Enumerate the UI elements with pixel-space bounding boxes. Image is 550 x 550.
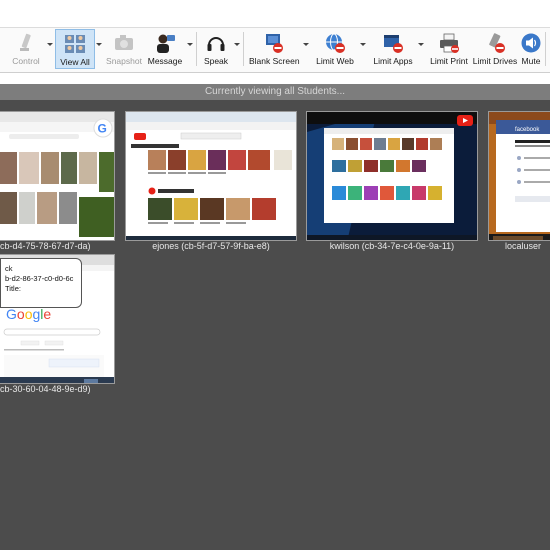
student-thumbnail[interactable]: facebook: [488, 111, 550, 241]
google-images-screenshot: G: [0, 112, 114, 240]
toolbar-separator: [196, 32, 197, 66]
blank-screen-button[interactable]: Blank Screen: [249, 29, 300, 69]
speak-label: Speak: [203, 56, 229, 66]
student-thumbnail[interactable]: G: [0, 111, 115, 241]
mute-label: Mute: [521, 56, 541, 66]
limit-apps-dropdown-icon[interactable]: [418, 43, 424, 46]
limit-drives-label: Limit Drives: [472, 56, 518, 66]
svg-text:G: G: [98, 122, 107, 136]
blank-screen-icon: [266, 34, 283, 53]
speak-dropdown-icon[interactable]: [234, 43, 240, 46]
thumbnail-label: cb-d4-75-78-67-d7-da): [0, 241, 91, 251]
limit-apps-icon: [384, 35, 403, 53]
toolbar-separator: [243, 32, 244, 66]
message-button[interactable]: Message: [145, 29, 185, 69]
limit-drives-button[interactable]: Limit Drives: [472, 29, 518, 69]
thumbnail-label: kwilson (cb-34-7e-c4-0e-9a-11): [329, 241, 455, 251]
message-icon: [157, 34, 175, 53]
blank-screen-dropdown-icon[interactable]: [303, 43, 309, 46]
youtube-home-screenshot: [126, 112, 296, 240]
printer-icon: [440, 33, 459, 53]
thumbnail-label: ejones (cb-5f-d7-57-9f-ba-e8): [152, 241, 270, 251]
svg-text:Google: Google: [6, 306, 51, 322]
control-dropdown-icon[interactable]: [47, 43, 53, 46]
snapshot-label: Snapshot: [106, 56, 142, 66]
limit-apps-label: Limit Apps: [373, 56, 413, 66]
message-dropdown-icon[interactable]: [187, 43, 193, 46]
mute-button[interactable]: Mute: [518, 29, 544, 69]
view-all-button[interactable]: View All: [55, 29, 95, 69]
tooltip-line: ck: [5, 264, 13, 273]
headset-icon: [207, 37, 225, 51]
view-all-label: View All: [60, 57, 90, 67]
limit-drives-icon: [489, 33, 505, 53]
limit-web-icon: [326, 33, 345, 53]
student-grid: Currently viewing all Students... G cb-d…: [0, 84, 550, 550]
youtube-dark-screenshot: [307, 112, 477, 240]
thumbnail-label: cb-30-60-04-48-9e-d9): [0, 384, 91, 394]
control-button[interactable]: Control: [2, 29, 50, 69]
status-bar: Currently viewing all Students...: [0, 84, 550, 100]
speak-button[interactable]: Speak: [198, 29, 234, 69]
view-all-icon: [65, 35, 85, 53]
message-label: Message: [147, 56, 183, 66]
limit-web-button[interactable]: Limit Web: [313, 29, 357, 69]
student-tooltip: ck b-d2-86-37-c0-d0-6c Title:: [0, 258, 82, 308]
toolbar-separator: [545, 32, 546, 66]
limit-apps-button[interactable]: Limit Apps: [370, 29, 416, 69]
limit-web-label: Limit Web: [316, 56, 354, 66]
blank-screen-label: Blank Screen: [249, 56, 300, 66]
snapshot-button[interactable]: Snapshot: [103, 29, 145, 69]
tooltip-line: b-d2-86-37-c0-d0-6c: [5, 274, 74, 283]
student-thumbnail[interactable]: [306, 111, 478, 241]
tooltip-line: Title:: [5, 284, 21, 293]
limit-print-button[interactable]: Limit Print: [427, 29, 471, 69]
snapshot-icon: [115, 35, 133, 50]
svg-text:facebook: facebook: [515, 127, 540, 133]
control-label: Control: [12, 56, 40, 66]
speaker-icon: [521, 33, 541, 53]
view-all-dropdown-icon[interactable]: [96, 43, 102, 46]
student-thumbnail[interactable]: [125, 111, 297, 241]
control-icon: [20, 33, 31, 51]
limit-print-label: Limit Print: [430, 56, 468, 66]
limit-web-dropdown-icon[interactable]: [360, 43, 366, 46]
toolbar: Control View All Snapshot Message Speak …: [0, 27, 550, 73]
facebook-login-screenshot: facebook: [489, 112, 550, 240]
thumbnail-label: localuser: [504, 241, 542, 251]
